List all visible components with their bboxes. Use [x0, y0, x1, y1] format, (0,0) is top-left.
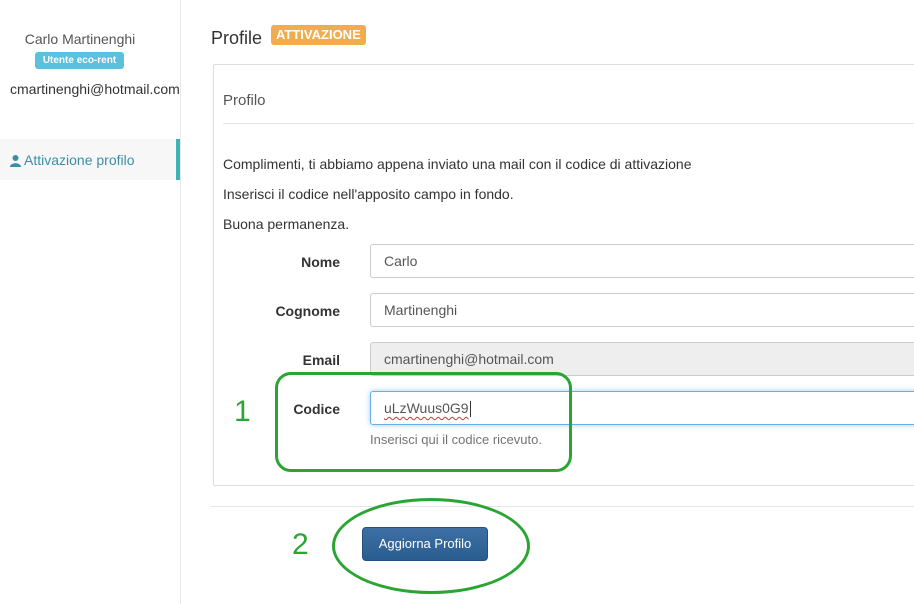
- annotation-highlight-box: [275, 372, 572, 472]
- nome-label: Nome: [301, 254, 340, 270]
- annotation-highlight-ellipse: [332, 498, 530, 594]
- email-label: Email: [302, 352, 340, 368]
- annotation-step-number: 2: [292, 528, 309, 561]
- sidebar-item-label: Attivazione profilo: [24, 151, 135, 168]
- cognome-label: Cognome: [275, 303, 340, 319]
- user-icon: [10, 154, 21, 167]
- cognome-field[interactable]: Martinenghi: [370, 293, 914, 327]
- email-field: cmartinenghi@hotmail.com: [370, 342, 914, 376]
- panel-divider: [223, 123, 914, 124]
- message-line: Buona permanenza.: [223, 216, 350, 232]
- sidebar-item-attivazione-profilo[interactable]: Attivazione profilo: [0, 139, 180, 180]
- user-email: cmartinenghi@hotmail.com: [10, 81, 180, 97]
- page-title: Profile: [211, 28, 263, 48]
- user-role-badge: Utente eco-rent: [35, 52, 124, 69]
- user-name: Carlo Martinenghi: [24, 31, 136, 47]
- message-line: Complimenti, ti abbiamo appena inviato u…: [223, 156, 692, 172]
- panel-title: Profilo: [223, 92, 266, 109]
- form-divider: [211, 506, 914, 507]
- nome-field[interactable]: Carlo: [370, 244, 914, 278]
- annotation-step-number: 1: [234, 395, 251, 428]
- message-line: Inserisci il codice nell'apposito campo …: [223, 186, 514, 202]
- status-badge: ATTIVAZIONE: [271, 25, 366, 45]
- sidebar: Carlo Martinenghi Utente eco-rent cmarti…: [0, 0, 181, 604]
